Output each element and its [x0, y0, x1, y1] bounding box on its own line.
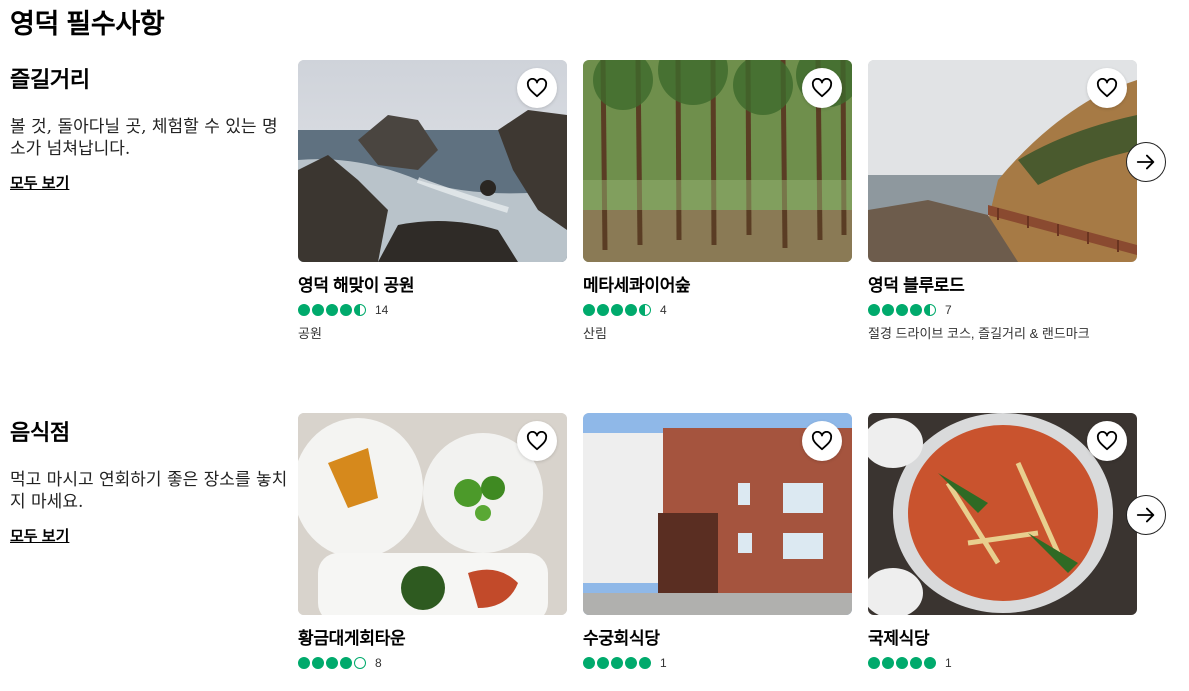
- attraction-card[interactable]: 영덕 블루로드 7 절경 드라이브 코스, 즐길거리 & 랜드마크: [868, 60, 1137, 342]
- review-count: 14: [375, 303, 389, 317]
- rating-bubble-full: [896, 304, 908, 316]
- carousel-next-button[interactable]: [1126, 495, 1166, 535]
- card-title[interactable]: 국제식당: [868, 624, 1137, 649]
- rating-bubbles: [868, 304, 936, 316]
- rating-bubble-full: [312, 304, 324, 316]
- restaurant-card[interactable]: 황금대게회타운 8: [298, 413, 567, 671]
- heart-icon: [1096, 431, 1118, 451]
- rating-bubble-full: [312, 657, 324, 669]
- save-button[interactable]: [1087, 68, 1127, 108]
- review-count: 8: [375, 656, 382, 670]
- rating-bubble-full: [597, 657, 609, 669]
- rating-bubble-full: [298, 304, 310, 316]
- rating-bubble-full: [611, 657, 623, 669]
- heart-icon: [526, 78, 548, 98]
- card-photo[interactable]: [298, 60, 567, 262]
- card-photo[interactable]: [583, 413, 852, 615]
- restaurant-card[interactable]: 수궁회식당 1: [583, 413, 852, 671]
- heart-icon: [811, 431, 833, 451]
- rating-bubble-full: [910, 304, 922, 316]
- save-button[interactable]: [517, 421, 557, 461]
- page-title: 영덕 필수사항: [10, 9, 165, 39]
- review-count: 1: [945, 656, 952, 670]
- rating-bubbles: [868, 657, 936, 669]
- heart-icon: [1096, 78, 1118, 98]
- section-intro: 즐길거리 볼 것, 돌아다닐 곳, 체험할 수 있는 명소가 넘쳐납니다. 모두…: [10, 60, 290, 193]
- rating-bubbles: [583, 657, 651, 669]
- rating-bubble-full: [639, 657, 651, 669]
- card-title[interactable]: 영덕 해맞이 공원: [298, 271, 567, 296]
- review-count: 7: [945, 303, 952, 317]
- card-category: 산림: [583, 326, 607, 341]
- card-title[interactable]: 황금대게회타운: [298, 624, 567, 649]
- section-title: 즐길거리: [10, 67, 90, 92]
- heart-icon: [526, 431, 548, 451]
- rating-bubble-full: [625, 657, 637, 669]
- rating-bubble-full: [340, 657, 352, 669]
- rating: 14: [298, 302, 567, 318]
- arrow-right-icon: [1136, 154, 1155, 170]
- rating-bubble-full: [868, 657, 880, 669]
- card-photo[interactable]: [868, 413, 1137, 615]
- rating: 4: [583, 302, 852, 318]
- card-title[interactable]: 영덕 블루로드: [868, 271, 1137, 296]
- card-photo[interactable]: [868, 60, 1137, 262]
- review-count: 4: [660, 303, 667, 317]
- rating: 1: [583, 655, 852, 671]
- rating-bubble-full: [910, 657, 922, 669]
- rating-bubble-full: [340, 304, 352, 316]
- see-all-link[interactable]: 모두 보기: [10, 525, 69, 546]
- review-count: 1: [660, 656, 667, 670]
- rating-bubble-half: [924, 304, 936, 316]
- card-title[interactable]: 수궁회식당: [583, 624, 852, 649]
- save-button[interactable]: [517, 68, 557, 108]
- attraction-card[interactable]: 메타세콰이어숲 4 산림: [583, 60, 852, 342]
- rating-bubble-half: [354, 304, 366, 316]
- rating-bubble-half: [639, 304, 651, 316]
- rating: 1: [868, 655, 1137, 671]
- attraction-card[interactable]: 영덕 해맞이 공원 14 공원: [298, 60, 567, 342]
- section-description: 먹고 마시고 연회하기 좋은 장소를 놓치지 마세요.: [10, 470, 288, 512]
- rating-bubble-full: [868, 304, 880, 316]
- rating-bubble-full: [583, 657, 595, 669]
- rating-bubble-full: [326, 657, 338, 669]
- card-title[interactable]: 메타세콰이어숲: [583, 271, 852, 296]
- rating: 8: [298, 655, 567, 671]
- rating-bubble-full: [597, 304, 609, 316]
- card-category: 절경 드라이브 코스, 즐길거리 & 랜드마크: [868, 326, 1090, 341]
- rating-bubble-full: [326, 304, 338, 316]
- rating-bubble-full: [882, 304, 894, 316]
- rating-bubble-full: [583, 304, 595, 316]
- rating-bubble-full: [924, 657, 936, 669]
- rating-bubble-full: [896, 657, 908, 669]
- heart-icon: [811, 78, 833, 98]
- section-description: 볼 것, 돌아다닐 곳, 체험할 수 있는 명소가 넘쳐납니다.: [10, 117, 278, 159]
- save-button[interactable]: [1087, 421, 1127, 461]
- rating-bubble-full: [298, 657, 310, 669]
- rating-bubbles: [298, 657, 366, 669]
- rating: 7: [868, 302, 1137, 318]
- card-photo[interactable]: [298, 413, 567, 615]
- rating-bubble-full: [882, 657, 894, 669]
- section-title: 음식점: [10, 420, 70, 445]
- rating-bubble-empty: [354, 657, 366, 669]
- card-photo[interactable]: [583, 60, 852, 262]
- section-restaurants: 음식점 먹고 마시고 연회하기 좋은 장소를 놓치지 마세요. 모두 보기 황금…: [0, 413, 1189, 691]
- rating-bubbles: [583, 304, 651, 316]
- rating-bubble-full: [625, 304, 637, 316]
- restaurant-card[interactable]: 국제식당 1: [868, 413, 1137, 671]
- carousel-next-button[interactable]: [1126, 142, 1166, 182]
- save-button[interactable]: [802, 68, 842, 108]
- card-category: 공원: [298, 326, 322, 341]
- save-button[interactable]: [802, 421, 842, 461]
- rating-bubble-full: [611, 304, 623, 316]
- section-things-to-do: 즐길거리 볼 것, 돌아다닐 곳, 체험할 수 있는 명소가 넘쳐납니다. 모두…: [0, 60, 1189, 360]
- rating-bubbles: [298, 304, 366, 316]
- arrow-right-icon: [1136, 507, 1155, 523]
- section-intro: 음식점 먹고 마시고 연회하기 좋은 장소를 놓치지 마세요. 모두 보기: [10, 413, 290, 546]
- see-all-link[interactable]: 모두 보기: [10, 172, 69, 193]
